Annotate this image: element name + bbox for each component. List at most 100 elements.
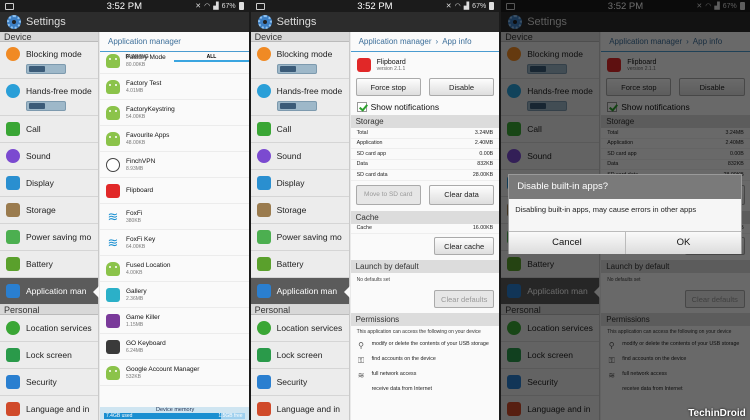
phone-app-manager: 3:52 PM ✕ ◠ ▟ 67% Settings Device Blocki… [0, 0, 249, 420]
app-name: FoxFi [126, 209, 143, 217]
list-item[interactable]: Fused Location 4.00KB [100, 256, 249, 282]
app-name: FinchVPN [126, 157, 156, 165]
list-item[interactable]: Flipboard [100, 178, 249, 204]
memory-used: 7.4GB used [106, 413, 133, 419]
storage-key: Total [356, 129, 368, 136]
list-item[interactable]: Factory Test 4.01MB [100, 74, 249, 100]
battery-percent: 67% [221, 2, 236, 10]
cancel-button[interactable]: Cancel [509, 232, 626, 254]
list-item[interactable]: FinchVPN 8.93MB [100, 152, 249, 178]
permission-item[interactable]: ⚲ modify or delete the contents of your U… [351, 338, 500, 353]
sidebar-item-battery[interactable]: Battery [0, 251, 98, 278]
app-name: Google Account Manager [126, 365, 200, 373]
settings-sidebar: Device Blocking mode Hands-free mode Cal… [0, 32, 99, 420]
sidebar-item-hands-free[interactable]: Hands-free mode [250, 79, 349, 116]
network-icon: ≋ [357, 371, 365, 380]
sidebar-item-location[interactable]: Location services [250, 315, 349, 342]
settings-gear-icon[interactable] [7, 15, 21, 29]
sidebar-item-sound[interactable]: Sound [250, 143, 349, 170]
sidebar-item-label: Power saving mo [276, 232, 342, 242]
app-name: Gallery [126, 287, 147, 295]
sidebar-item-blocking-mode[interactable]: Blocking mode [250, 42, 349, 79]
sidebar-item-security[interactable]: Security [250, 369, 349, 396]
clear-data-button[interactable]: Clear data [428, 184, 495, 205]
sidebar-item-label: Battery [276, 259, 304, 269]
category-personal: Personal [250, 305, 349, 315]
sidebar-item-storage[interactable]: Storage [250, 197, 349, 224]
hands-free-toggle[interactable] [26, 100, 66, 111]
sidebar-item-label: Sound [26, 151, 51, 161]
breadcrumb-app-manager[interactable]: Application manager [359, 37, 432, 46]
action-bar: Settings [0, 12, 249, 32]
picture-notification-icon [5, 2, 14, 10]
sidebar-item-lock-screen[interactable]: Lock screen [250, 342, 349, 369]
sidebar-item-storage[interactable]: Storage [0, 197, 98, 224]
sidebar-item-label: Hands-free mode [276, 85, 343, 96]
permission-item[interactable]: receive data from Internet [351, 383, 500, 395]
tab-all[interactable]: ALL [174, 52, 249, 62]
disable-button[interactable]: Disable [428, 78, 495, 96]
battery-setting-icon [6, 257, 20, 271]
sidebar-item-blocking-mode[interactable]: Blocking mode [0, 42, 98, 79]
app-size: 64.00KB [126, 243, 146, 250]
list-item[interactable]: Game Killer 1.15MB [100, 308, 249, 334]
sidebar-item-power-saving[interactable]: Power saving mo [0, 224, 98, 251]
sidebar-item-call[interactable]: Call [0, 116, 98, 143]
move-to-sd-button[interactable]: Move to SD card [355, 184, 421, 205]
sidebar-item-language[interactable]: Language and in [0, 396, 98, 420]
clear-defaults-button[interactable]: Clear defaults [434, 290, 495, 308]
permission-text: modify or delete the contents of your US… [371, 341, 489, 347]
list-item[interactable]: FactoryKeystring 54.00KB [100, 100, 249, 126]
list-item[interactable]: Gallery 2.36MB [100, 282, 249, 308]
sidebar-item-application-manager[interactable]: Application man [0, 278, 99, 305]
show-notifications-label: Show notifications [370, 101, 440, 112]
clear-cache-button[interactable]: Clear cache [434, 237, 495, 255]
sidebar-item-label: Storage [276, 205, 307, 215]
sidebar-item-application-manager[interactable]: Application man [250, 278, 350, 305]
status-time: 3:52 PM [357, 0, 393, 12]
sidebar-item-label: Security [26, 377, 57, 387]
list-item[interactable]: ≋ FoxFi Key 64.00KB [100, 230, 249, 256]
list-item[interactable]: GO Keyboard 6.24MB [100, 334, 249, 360]
list-item[interactable]: ≋ FoxFi 380KB [100, 204, 249, 230]
app-name: FactoryKeystring [126, 105, 175, 113]
list-item[interactable]: Favourite Apps 48.00KB [100, 126, 249, 152]
sidebar-item-location[interactable]: Location services [0, 315, 98, 342]
permission-item[interactable]: ⚿ find accounts on the device [351, 353, 500, 368]
category-device: Device [250, 32, 349, 42]
sidebar-item-security[interactable]: Security [0, 369, 98, 396]
account-icon: ⚿ [358, 355, 365, 365]
app-size: 54.00KB [126, 113, 146, 120]
settings-gear-icon[interactable] [257, 15, 272, 29]
sidebar-item-display[interactable]: Display [0, 170, 98, 197]
sidebar-item-sound[interactable]: Sound [0, 143, 98, 170]
sidebar-item-display[interactable]: Display [250, 170, 349, 197]
force-stop-button[interactable]: Force stop [355, 78, 421, 96]
show-notifications-row[interactable]: Show notifications [351, 100, 500, 113]
cache-section-title: Cache [350, 210, 500, 224]
sidebar-item-battery[interactable]: Battery [250, 251, 349, 278]
sidebar-item-call[interactable]: Call [250, 116, 349, 143]
sidebar-item-label: Security [276, 377, 308, 387]
notifications-checkbox[interactable] [356, 101, 367, 112]
action-bar: Settings [250, 12, 500, 32]
breadcrumb-app-manager[interactable]: Application manager [108, 37, 181, 46]
blocking-mode-toggle[interactable] [276, 63, 317, 74]
sidebar-item-language[interactable]: Language and in [251, 396, 349, 420]
sidebar-item-power-saving[interactable]: Power saving mo [250, 224, 349, 251]
memory-free: 1.5GB free [218, 413, 243, 419]
permission-item[interactable]: ≋ full network access [351, 368, 500, 383]
list-item[interactable]: Google Account Manager 532KB [100, 360, 249, 386]
sidebar-item-label: Blocking mode [276, 48, 333, 59]
location-icon [6, 321, 20, 335]
ok-button[interactable]: OK [625, 232, 742, 254]
app-title: Settings [276, 16, 317, 28]
storage-table: Total 3.24MB Application 2.40MB SD card ap… [350, 128, 500, 181]
app-name: Favourite Apps [126, 131, 170, 139]
blocking-mode-toggle[interactable] [26, 63, 66, 74]
sidebar-item-hands-free[interactable]: Hands-free mode [0, 79, 98, 116]
display-icon [256, 176, 271, 190]
breadcrumb: Application manager › App info [350, 32, 500, 52]
hands-free-toggle[interactable] [276, 100, 317, 111]
sidebar-item-lock-screen[interactable]: Lock screen [0, 342, 98, 369]
